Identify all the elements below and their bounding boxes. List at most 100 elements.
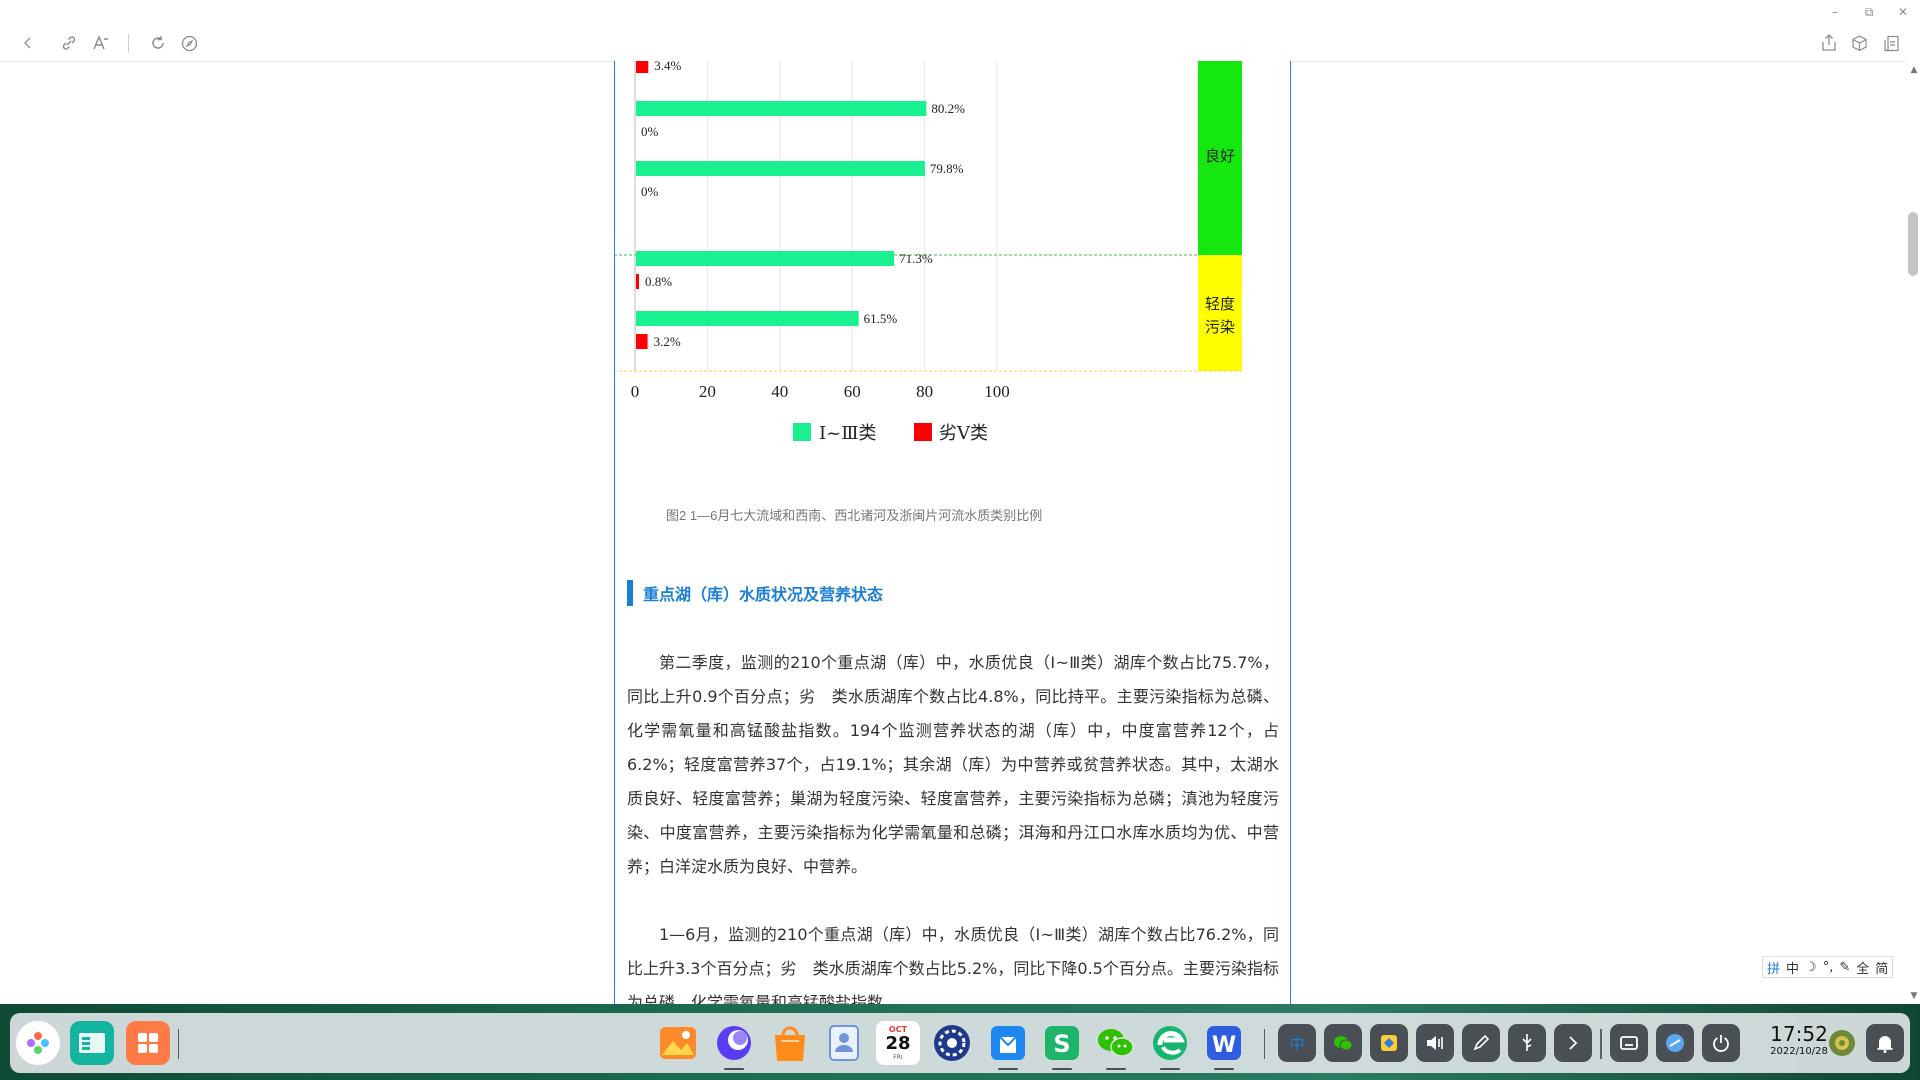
legend-swatch-bad (914, 423, 932, 441)
ime-moon-icon[interactable]: ☽ (1805, 960, 1817, 975)
file-manager-icon[interactable] (70, 1021, 114, 1065)
bar-bad-value-label: 3.4% (654, 61, 681, 73)
network-icon[interactable] (1656, 1024, 1694, 1062)
user-avatar-icon[interactable] (1822, 1023, 1862, 1063)
restore-icon[interactable]: ⧉ (1858, 4, 1880, 20)
ime-simplified-button[interactable]: 简 (1875, 958, 1888, 977)
taskbar-divider (1264, 1029, 1265, 1059)
taskbar-divider (178, 1029, 179, 1059)
scrollbar-thumb[interactable] (1908, 212, 1918, 276)
wechat-icon[interactable] (1094, 1021, 1138, 1070)
text-size-icon[interactable] (86, 28, 116, 58)
screen-icon[interactable] (1610, 1024, 1648, 1062)
toolbar-divider (128, 34, 129, 52)
bar-bad-value-label: 0.8% (645, 274, 672, 289)
bar-good-value-label: 79.8% (930, 161, 964, 176)
paragraph-h1: 1—6月，监测的210个重点湖（库）中，水质优良（Ⅰ~Ⅲ类）湖库个数占比76.2… (627, 925, 1279, 1004)
calendar-weekday: FRI (893, 1054, 903, 1061)
launcher-icon[interactable] (16, 1021, 60, 1065)
reload-icon[interactable] (143, 28, 173, 58)
photos-icon[interactable] (656, 1021, 700, 1065)
legend-label-bad: 劣Ⅴ类 (939, 423, 988, 444)
close-icon[interactable]: ✕ (1892, 4, 1914, 20)
x-tick-label: 40 (771, 382, 788, 401)
power-icon[interactable] (1702, 1024, 1740, 1062)
x-tick-label: 0 (631, 382, 640, 401)
mail-icon[interactable] (986, 1021, 1030, 1070)
x-tick-label: 20 (699, 382, 716, 401)
page-viewport: 020406080100良好轻度污染黄河流域3.4%辽河流域80.2%0%淮河流… (0, 61, 1906, 1004)
ime-pen-icon[interactable]: ✎ (1839, 960, 1850, 975)
bar-bad-value-label: 0% (641, 184, 659, 199)
section-title: 重点湖（库）水质状况及营养状态 (643, 585, 884, 604)
x-tick-label: 80 (916, 382, 933, 401)
ime-pinyin-button[interactable]: 拼 (1767, 958, 1780, 977)
link-icon[interactable] (54, 28, 84, 58)
bar-bad (636, 61, 649, 73)
bar-bad-value-label: 0% (641, 124, 659, 139)
app-store-icon[interactable] (126, 1021, 170, 1065)
x-tick-label: 100 (984, 382, 1010, 401)
x-tick-label: 60 (844, 382, 861, 401)
scrollbar-track[interactable] (1906, 61, 1920, 1004)
usb-icon[interactable] (1508, 1024, 1546, 1062)
calendar-day: 28 (885, 1033, 911, 1054)
ime-punctuation-button[interactable]: °, (1823, 960, 1834, 975)
vpn-icon[interactable] (1370, 1024, 1408, 1062)
compass-icon[interactable] (174, 28, 204, 58)
contacts-icon[interactable] (822, 1021, 866, 1065)
ime-chinese-button[interactable]: 中 (1786, 958, 1799, 977)
bar-bad-value-label: 3.2% (654, 334, 681, 349)
ime-fullwidth-button[interactable]: 全 (1856, 958, 1869, 977)
cube-icon[interactable] (1844, 28, 1874, 58)
svg-text:W: W (1212, 1033, 1236, 1058)
bar-good (636, 311, 859, 326)
running-indicator (1106, 1068, 1126, 1070)
section-accent-bar (627, 580, 633, 606)
expand-icon[interactable] (1554, 1024, 1592, 1062)
volume-icon[interactable] (1416, 1024, 1454, 1062)
bar-good (636, 101, 927, 116)
figure-caption: 图2 1—6月七大流域和西南、西北诸河及浙闽片河流水质类别比例 (666, 508, 1043, 523)
reader-icon[interactable] (1876, 28, 1906, 58)
water-quality-chart: 020406080100良好轻度污染黄河流域3.4%辽河流域80.2%0%淮河流… (502, 61, 1290, 475)
status-band-label: 良好 (1205, 147, 1235, 165)
running-indicator (1160, 1068, 1180, 1070)
bar-bad (636, 274, 639, 289)
bar-good (636, 161, 925, 176)
article-column: 020406080100良好轻度污染黄河流域3.4%辽河流域80.2%0%淮河流… (502, 61, 1291, 1004)
bar-good-value-label: 80.2% (931, 101, 965, 116)
taskbar: OCT 28 FRI S W 中 17:52 2022/10/28 (10, 1013, 1910, 1073)
running-indicator (998, 1068, 1018, 1070)
taskbar-divider (1600, 1029, 1602, 1059)
back-arrow-icon[interactable] (13, 28, 43, 58)
running-indicator (1214, 1068, 1234, 1070)
edge-browser-icon[interactable] (1148, 1021, 1192, 1070)
running-indicator (724, 1068, 744, 1070)
chart-svg: 020406080100良好轻度污染黄河流域3.4%辽河流域80.2%0%淮河流… (502, 61, 1242, 444)
wps-writer-icon[interactable]: W (1202, 1021, 1246, 1070)
ime-toolbar: 拼 中 ☽ °, ✎ 全 简 (1762, 956, 1894, 978)
software-center-icon[interactable] (768, 1021, 812, 1065)
wechat-tray-icon[interactable] (1324, 1024, 1362, 1062)
scroll-down-icon[interactable]: ▼ (1908, 990, 1920, 1002)
share-icon[interactable] (1814, 28, 1844, 58)
wps-spreadsheet-icon[interactable]: S (1040, 1021, 1084, 1070)
scroll-up-icon[interactable]: ▲ (1908, 64, 1920, 76)
running-indicator (1052, 1068, 1072, 1070)
calendar-icon[interactable]: OCT 28 FRI (876, 1021, 920, 1065)
minimize-icon[interactable]: – (1824, 4, 1846, 20)
bar-good-value-label: 61.5% (864, 311, 898, 326)
status-band-light-pollution (1198, 255, 1242, 371)
legend-label-good: Ⅰ~Ⅲ类 (819, 423, 877, 444)
input-method-icon[interactable]: 中 (1278, 1024, 1316, 1062)
bar-good-value-label: 71.3% (899, 251, 933, 266)
settings-icon[interactable] (930, 1021, 974, 1065)
bar-good (636, 251, 895, 266)
browser-toolbar: – ⧉ ✕ (0, 0, 1920, 62)
pen-icon[interactable] (1462, 1024, 1500, 1062)
browser-icon[interactable] (712, 1021, 756, 1070)
bar-bad (636, 334, 648, 349)
notification-bell-icon[interactable] (1866, 1024, 1904, 1062)
legend-swatch-good (793, 423, 811, 441)
